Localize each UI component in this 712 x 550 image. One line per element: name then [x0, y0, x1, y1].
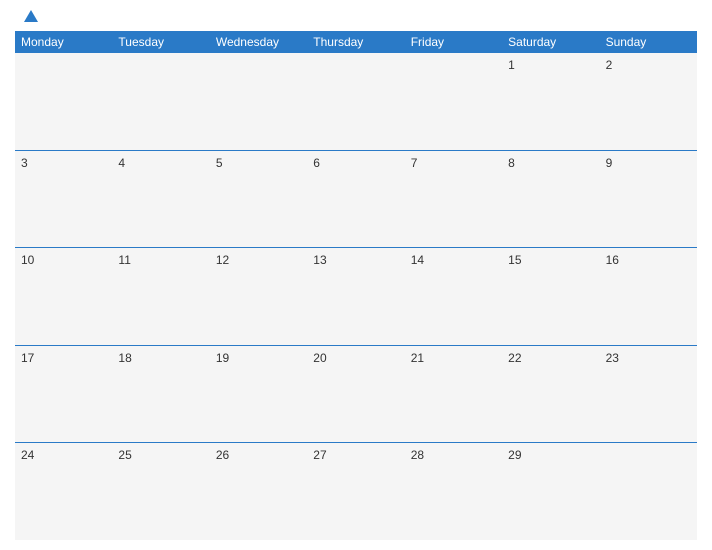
day-cell: 4	[112, 151, 209, 248]
day-cell: 6	[307, 151, 404, 248]
day-number: 22	[508, 351, 521, 365]
day-cell	[600, 443, 697, 540]
day-cell: 28	[405, 443, 502, 540]
week-row-3: 10 11 12 13 14 15 16	[15, 248, 697, 346]
weeks: 1234567891011121314151617181920212223242…	[15, 53, 697, 540]
day-cell: 20	[307, 346, 404, 443]
day-cell	[210, 53, 307, 150]
day-cell: 27	[307, 443, 404, 540]
day-cell: 8	[502, 151, 599, 248]
day-cell	[112, 53, 209, 150]
day-number: 24	[21, 448, 34, 462]
day-cell: 5	[210, 151, 307, 248]
day-cell	[307, 53, 404, 150]
day-cell: 14	[405, 248, 502, 345]
day-number: 2	[606, 58, 613, 72]
day-number: 1	[508, 58, 515, 72]
day-cell: 2	[600, 53, 697, 150]
day-number: 12	[216, 253, 229, 267]
day-cell: 16	[600, 248, 697, 345]
day-cell: 24	[15, 443, 112, 540]
day-header-wednesday: Wednesday	[210, 31, 307, 53]
day-cell: 11	[112, 248, 209, 345]
day-number: 9	[606, 156, 613, 170]
day-cell: 13	[307, 248, 404, 345]
day-number: 13	[313, 253, 326, 267]
day-cell: 12	[210, 248, 307, 345]
day-number: 10	[21, 253, 34, 267]
day-cell: 22	[502, 346, 599, 443]
day-cell: 23	[600, 346, 697, 443]
day-number: 4	[118, 156, 125, 170]
day-number: 25	[118, 448, 131, 462]
day-headers: MondayTuesdayWednesdayThursdayFridaySatu…	[15, 31, 697, 53]
week-row-4: 17 18 19 20 21 22 23	[15, 346, 697, 444]
day-header-tuesday: Tuesday	[112, 31, 209, 53]
day-header-saturday: Saturday	[502, 31, 599, 53]
day-cell: 1	[502, 53, 599, 150]
day-cell	[405, 53, 502, 150]
day-cell	[15, 53, 112, 150]
day-cell: 15	[502, 248, 599, 345]
day-cell: 19	[210, 346, 307, 443]
logo	[20, 10, 38, 23]
day-cell: 18	[112, 346, 209, 443]
day-cell: 21	[405, 346, 502, 443]
day-number: 14	[411, 253, 424, 267]
calendar-grid: MondayTuesdayWednesdayThursdayFridaySatu…	[15, 31, 697, 540]
day-cell: 9	[600, 151, 697, 248]
calendar-container: MondayTuesdayWednesdayThursdayFridaySatu…	[0, 0, 712, 550]
day-header-thursday: Thursday	[307, 31, 404, 53]
week-row-1: 12	[15, 53, 697, 151]
day-cell: 17	[15, 346, 112, 443]
day-header-sunday: Sunday	[600, 31, 697, 53]
header	[15, 10, 697, 23]
day-cell: 10	[15, 248, 112, 345]
day-cell: 25	[112, 443, 209, 540]
day-cell: 3	[15, 151, 112, 248]
day-cell: 26	[210, 443, 307, 540]
day-number: 26	[216, 448, 229, 462]
day-number: 18	[118, 351, 131, 365]
day-number: 7	[411, 156, 418, 170]
day-number: 19	[216, 351, 229, 365]
day-number: 29	[508, 448, 521, 462]
day-number: 15	[508, 253, 521, 267]
day-number: 8	[508, 156, 515, 170]
day-cell: 29	[502, 443, 599, 540]
day-cell: 7	[405, 151, 502, 248]
week-row-5: 24 25 26 27 28 29	[15, 443, 697, 540]
week-row-2: 3 4 5 6 7 8 9	[15, 151, 697, 249]
day-header-monday: Monday	[15, 31, 112, 53]
day-number: 23	[606, 351, 619, 365]
day-number: 21	[411, 351, 424, 365]
day-number: 27	[313, 448, 326, 462]
day-number: 11	[118, 253, 130, 267]
day-number: 5	[216, 156, 223, 170]
day-number: 20	[313, 351, 326, 365]
day-header-friday: Friday	[405, 31, 502, 53]
day-number: 16	[606, 253, 619, 267]
day-number: 6	[313, 156, 320, 170]
day-number: 17	[21, 351, 34, 365]
day-number: 3	[21, 156, 28, 170]
logo-triangle-icon	[24, 10, 38, 22]
day-number: 28	[411, 448, 424, 462]
